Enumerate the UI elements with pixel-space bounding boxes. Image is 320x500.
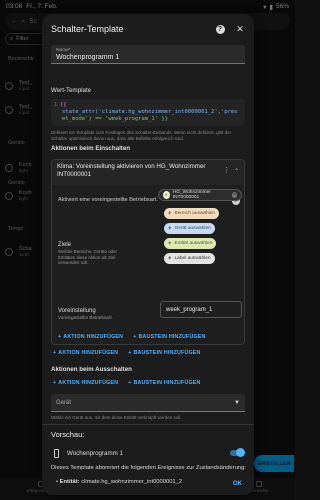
plus-icon: + xyxy=(58,334,62,340)
plus-icon: + xyxy=(53,380,57,386)
add-action-button[interactable]: + AKTION HINZUFÜGEN xyxy=(53,380,118,386)
select-device-label: Gerät auswählen xyxy=(174,226,211,231)
name-field-label: Name* xyxy=(56,48,71,53)
on-actions-label: Aktionen beim Einschalten xyxy=(51,145,131,152)
close-button[interactable]: ✕ xyxy=(234,23,246,35)
dropdown-arrow-icon: ▼ xyxy=(234,399,240,406)
add-block-button[interactable]: + BAUSTEIN HINZUFÜGEN xyxy=(128,350,200,356)
off-actions-buttons: + AKTION HINZUFÜGEN + BAUSTEIN HINZUFÜGEN xyxy=(53,380,201,386)
action-card: Klima: Voreinstellung aktivieren von HG_… xyxy=(51,159,245,345)
help-icon: ? xyxy=(215,24,225,34)
preview-subtitle: Dieses Template abonniert die folgenden … xyxy=(51,465,246,471)
preset-sublabel: Voreingestellte Betriebsart. xyxy=(58,315,113,320)
code-line[interactable]: et_mode') == 'week_program_1' }} xyxy=(62,116,168,122)
value-template-editor[interactable]: 1{{ state_attr('climate.hg_wohnzimmer_in… xyxy=(51,99,245,126)
action-title: Klima: Voreinstellung aktivieren von HG_… xyxy=(57,163,206,178)
action-description: Aktiviert eine voreingestellte Betriebsa… xyxy=(58,197,158,203)
template-dialog: Schalter-Template ? ✕ Name* Wochenprogra… xyxy=(42,14,254,495)
device-select-label: Gerät xyxy=(56,399,72,406)
code-line[interactable]: {{ xyxy=(60,102,67,108)
dialog-header: Schalter-Template ? ✕ xyxy=(42,14,254,44)
select-entity-button[interactable]: + Entität auswählen xyxy=(164,238,217,249)
add-action-button[interactable]: + AKTION HINZUFÜGEN xyxy=(53,350,118,356)
name-field[interactable]: Name* Wochenprogramm 1 xyxy=(51,45,245,64)
plus-icon: + xyxy=(128,350,132,356)
preset-select[interactable]: week_program_1 xyxy=(160,301,242,318)
select-entity-label: Entität auswählen xyxy=(174,241,213,246)
select-area-button[interactable]: + Bereich auswählen xyxy=(164,208,220,219)
on-actions-buttons: + AKTION HINZUFÜGEN + BAUSTEIN HINZUFÜGEN xyxy=(53,350,201,356)
divider xyxy=(42,424,254,425)
preview-entity-label: Entität: xyxy=(59,479,80,485)
preview-title: Vorschau: xyxy=(51,430,85,439)
add-action-label: AKTION HINZUFÜGEN xyxy=(58,380,119,386)
thermostat-icon: ◐ xyxy=(163,191,170,199)
add-block-label: BAUSTEIN HINZUFÜGEN xyxy=(138,334,206,340)
chevron-up-icon[interactable]: ⌃ xyxy=(234,168,239,176)
select-label-label: Label auswählen xyxy=(174,256,211,261)
action-card-header[interactable]: Klima: Voreinstellung aktivieren von HG_… xyxy=(52,160,244,185)
plus-icon: + xyxy=(168,210,172,217)
preview-entity-value: climate.hg_wohnzimmer_int0000001_2 xyxy=(81,479,183,485)
plus-icon: + xyxy=(133,334,137,340)
ok-button[interactable]: OK xyxy=(233,481,242,487)
off-actions-label: Aktionen beim Ausschalten xyxy=(51,366,132,373)
add-block-button[interactable]: + BAUSTEIN HINZUFÜGEN xyxy=(133,334,205,340)
preset-value: week_program_1 xyxy=(166,306,213,313)
preview-name: Wochenprogramm 1 xyxy=(67,449,123,457)
target-entity-name: HG_Wohnzimmer INT0000001 xyxy=(172,190,211,200)
plus-icon: + xyxy=(168,255,172,262)
plus-icon: + xyxy=(168,240,172,247)
preview-entity-item: • Entität: climate.hg_wohnzimmer_int0000… xyxy=(56,479,183,485)
name-field-value[interactable]: Wochenprogramm 1 xyxy=(56,54,240,61)
add-action-label: AKTION HINZUFÜGEN xyxy=(63,334,124,340)
select-device-button[interactable]: + Gerät auswählen xyxy=(164,223,215,234)
add-block-button[interactable]: + BAUSTEIN HINZUFÜGEN xyxy=(128,380,200,386)
remove-chip-icon[interactable]: × xyxy=(231,192,237,198)
add-block-label: BAUSTEIN HINZUFÜGEN xyxy=(133,350,201,356)
add-action-label: AKTION HINZUFÜGEN xyxy=(58,350,119,356)
select-area-label: Bereich auswählen xyxy=(174,211,216,216)
action-card-buttons: + AKTION HINZUFÜGEN + BAUSTEIN HINZUFÜGEN xyxy=(58,334,206,340)
targets-description: Welche Bereiche, Geräte oder Entitäten d… xyxy=(58,249,117,265)
more-vert-icon[interactable]: ⋮ xyxy=(223,167,230,175)
plus-icon: + xyxy=(168,225,172,232)
targets-label: Ziele xyxy=(58,242,72,248)
close-icon: ✕ xyxy=(236,23,244,34)
dialog-title: Schalter-Template xyxy=(51,24,124,34)
value-template-label: Wert-Template xyxy=(51,87,92,94)
plus-icon: + xyxy=(53,350,57,356)
device-helper: Wähle ein Gerät aus, mit dem diese Entit… xyxy=(51,415,182,420)
plus-icon: + xyxy=(128,380,132,386)
device-select[interactable]: Gerät ▼ xyxy=(51,394,245,412)
preset-label: Voreinstellung xyxy=(58,308,96,314)
phone-icon xyxy=(54,448,59,458)
code-line[interactable]: state_attr('climate.hg_wohnzimmer_int000… xyxy=(62,109,238,115)
preview-toggle[interactable] xyxy=(230,448,245,457)
value-template-helper: Definiert ein Template zum Festlegen des… xyxy=(51,130,232,141)
target-entity-chip[interactable]: ◐ HG_Wohnzimmer INT0000001 × xyxy=(158,189,242,201)
select-label-button[interactable]: + Label auswählen xyxy=(164,253,215,264)
add-action-button[interactable]: + AKTION HINZUFÜGEN xyxy=(58,334,123,340)
preview-row: Wochenprogramm 1 xyxy=(54,446,245,460)
add-block-label: BAUSTEIN HINZUFÜGEN xyxy=(133,380,201,386)
help-button[interactable]: ? xyxy=(214,23,226,35)
